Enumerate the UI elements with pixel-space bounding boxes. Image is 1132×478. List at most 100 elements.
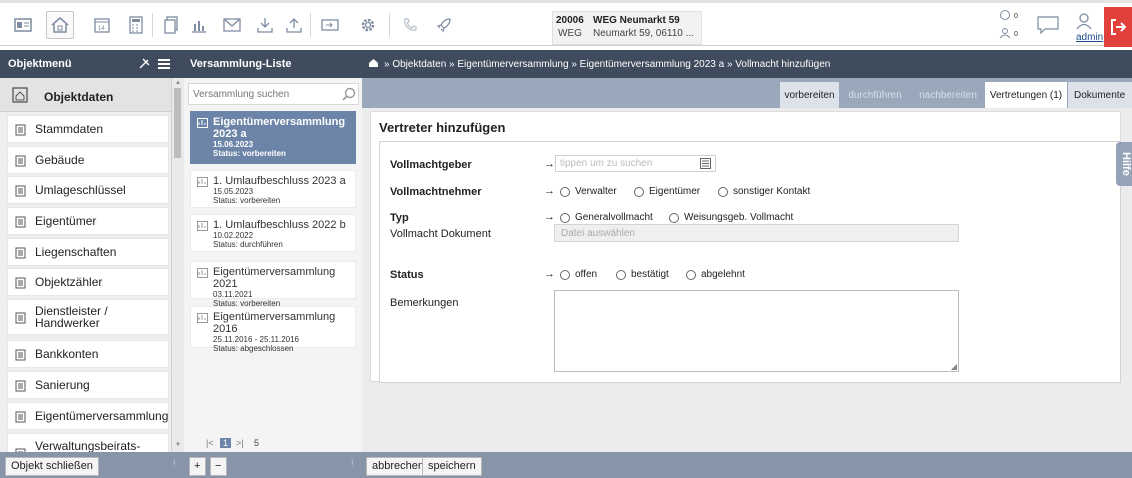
chart-icon[interactable] xyxy=(185,11,213,39)
tab-vorbereiten[interactable]: vorbereiten xyxy=(780,82,839,108)
list-item-status: Status: vorbereiten xyxy=(213,196,281,205)
sidebar-item-dienstleister[interactable]: Dienstleister / Handwerker xyxy=(7,299,169,335)
sidebar-item-label: Liegenschaften xyxy=(35,245,117,259)
document-icon xyxy=(15,277,26,289)
sidebar-item-eigentuemer[interactable]: Eigentümer xyxy=(7,207,169,235)
arrow-icon: → xyxy=(544,268,555,280)
list-item[interactable]: Eigentümerversammlung 2016 25.11.2016 - … xyxy=(190,306,356,353)
pager-last[interactable]: >| xyxy=(236,438,244,448)
footer-bar: Objekt schließen ⁞ + − ⁞ abbrechen speic… xyxy=(0,452,1132,478)
pager-first[interactable]: |< xyxy=(206,438,214,448)
status-label: Status xyxy=(390,269,424,281)
contacts-count: 0 xyxy=(1014,31,1018,38)
objects-icon[interactable] xyxy=(9,11,37,39)
help-tab[interactable]: Hilfe xyxy=(1116,142,1132,186)
radio-bestaetigt[interactable]: bestätigt xyxy=(616,269,669,280)
calculator-icon[interactable] xyxy=(122,11,150,39)
sidebar-item-label: Eigentümer xyxy=(35,214,97,228)
rocket-icon[interactable] xyxy=(430,11,458,39)
sidebar-item-liegenschaften[interactable]: Liegenschaften xyxy=(7,238,169,266)
radio-offen[interactable]: offen xyxy=(560,269,597,280)
sidebar-item-eigentuemerversammlung[interactable]: Eigentümerversammlung xyxy=(7,402,169,430)
building-icon xyxy=(12,87,28,103)
radio-eigentuemer[interactable]: Eigentümer xyxy=(634,186,700,197)
radio-abgelehnt[interactable]: abgelehnt xyxy=(686,269,745,280)
breadcrumb[interactable]: » Objektdaten » Eigentümerversammlung » … xyxy=(384,59,830,70)
sidebar-item-umlageschluessel[interactable]: Umlageschlüssel xyxy=(7,176,169,204)
notification-icon[interactable] xyxy=(998,7,1012,23)
user-link[interactable]: admin xyxy=(1076,32,1103,43)
home-icon[interactable] xyxy=(46,11,74,39)
tab-nachbereiten[interactable]: nachbereiten xyxy=(912,82,984,108)
remove-button[interactable]: − xyxy=(210,457,227,476)
radio-verwalter[interactable]: Verwalter xyxy=(560,186,617,197)
contact-book-icon[interactable] xyxy=(700,158,711,169)
sidebar-scrollbar[interactable]: ▲ ▼ xyxy=(172,78,184,452)
object-address: Neumarkt 59, 06110 ... xyxy=(593,28,694,39)
object-sidebar: Objektdaten Stammdaten Gebäude Umlagesch… xyxy=(0,78,172,452)
documents-icon[interactable] xyxy=(157,11,185,39)
sidebar-item-gebaeude[interactable]: Gebäude xyxy=(7,146,169,174)
chat-icon[interactable] xyxy=(1034,11,1062,39)
user-icon[interactable] xyxy=(1070,7,1098,35)
list-item-status: Status: durchführen xyxy=(213,240,283,249)
bemerkungen-textarea[interactable]: ◢ xyxy=(554,290,959,372)
objektmenu-title: Objektmenü xyxy=(8,58,72,70)
radio-weisungsgeb-vollmacht[interactable]: Weisungsgeb. Vollmacht xyxy=(669,212,793,223)
calendar-icon[interactable]: 14 xyxy=(88,11,116,39)
sidebar-item-verwaltungsbeirat[interactable]: Verwaltungsbeirats- xyxy=(7,433,169,452)
close-object-button[interactable]: Objekt schließen xyxy=(5,457,99,476)
phone-icon[interactable] xyxy=(396,11,424,39)
scroll-up-icon[interactable]: ▲ xyxy=(175,80,181,86)
file-input[interactable]: Datei auswählen xyxy=(554,224,959,242)
radio-sonstiger-kontakt[interactable]: sonstiger Kontakt xyxy=(718,186,810,197)
splitter-handle-icon[interactable]: ⁞ xyxy=(173,458,176,468)
sidebar-item-label: Gebäude xyxy=(35,153,85,167)
vollmachtgeber-input[interactable]: tippen um zu suchen xyxy=(555,155,716,172)
save-button[interactable]: speichern xyxy=(422,457,482,476)
list-icon[interactable] xyxy=(157,58,171,70)
sidebar-item-label: Objektzähler xyxy=(35,275,103,289)
resize-handle-icon[interactable]: ◢ xyxy=(951,362,957,371)
transfer-icon[interactable] xyxy=(316,11,344,39)
logout-button[interactable] xyxy=(1104,7,1132,47)
splitter-handle-icon[interactable]: ⁞ xyxy=(351,458,354,468)
home-breadcrumb-icon[interactable] xyxy=(368,58,379,68)
sidebar-item-stammdaten[interactable]: Stammdaten xyxy=(7,115,169,143)
pager-current[interactable]: 1 xyxy=(220,438,232,448)
sidebar-item-label: Bankkonten xyxy=(35,347,99,361)
list-item[interactable]: 1. Umlaufbeschluss 2023 a 15.05.2023 Sta… xyxy=(190,170,356,208)
add-button[interactable]: + xyxy=(189,457,206,476)
scroll-down-icon[interactable]: ▼ xyxy=(175,442,181,448)
list-item[interactable]: 1. Umlaufbeschluss 2022 b 10.02.2022 Sta… xyxy=(190,214,356,252)
main-content: vorbereiten durchführen nachbereiten Ver… xyxy=(362,78,1132,452)
gear-icon[interactable] xyxy=(354,11,382,39)
versammlung-liste-title: Versammlung-Liste xyxy=(190,58,292,70)
cancel-button[interactable]: abbrechen xyxy=(366,457,430,476)
download-icon[interactable] xyxy=(251,11,279,39)
upload-icon[interactable] xyxy=(280,11,308,39)
document-icon xyxy=(15,247,26,259)
tab-vertretungen[interactable]: Vertretungen (1) xyxy=(985,82,1067,108)
notification-count: 0 xyxy=(1014,13,1018,20)
search-input[interactable] xyxy=(188,83,359,105)
contacts-icon[interactable] xyxy=(998,25,1012,41)
scrollbar-thumb[interactable] xyxy=(174,88,181,158)
sidebar-item-sanierung[interactable]: Sanierung xyxy=(7,371,169,399)
sidebar-item-objektzaehler[interactable]: Objektzähler xyxy=(7,268,169,296)
list-item-status: Status: abgeschlossen xyxy=(213,344,294,353)
tab-dokumente[interactable]: Dokumente xyxy=(1068,82,1132,108)
tab-durchfuehren[interactable]: durchführen xyxy=(840,82,910,108)
vollmachtgeber-label: Vollmachtgeber xyxy=(390,159,472,171)
sidebar-item-bankkonten[interactable]: Bankkonten xyxy=(7,340,169,368)
list-item[interactable]: Eigentümerversammlung 2023 a 15.06.2023 … xyxy=(190,111,356,164)
pin-icon[interactable] xyxy=(137,57,151,71)
list-item[interactable]: Eigentümerversammlung 2021 03.11.2021 St… xyxy=(190,261,356,308)
arrow-icon: → xyxy=(544,185,555,197)
radio-generalvollmacht[interactable]: Generalvollmacht xyxy=(560,212,653,223)
search-icon[interactable] xyxy=(342,87,356,101)
sidebar-item-label: Stammdaten xyxy=(35,122,104,136)
mail-icon[interactable] xyxy=(218,11,246,39)
list-item-date: 15.06.2023 xyxy=(213,140,254,149)
list-item-date: 15.05.2023 xyxy=(213,187,254,196)
